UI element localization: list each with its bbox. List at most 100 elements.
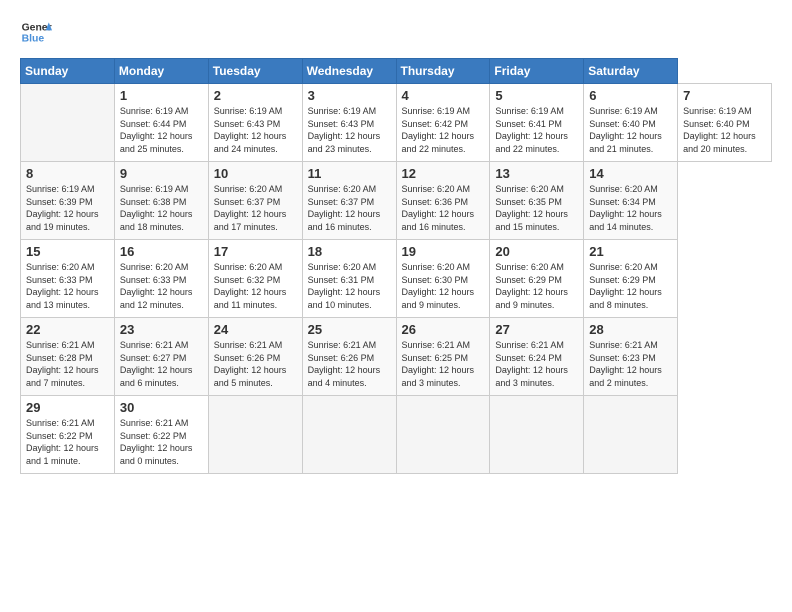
day-info: Sunrise: 6:21 AMSunset: 6:28 PMDaylight:…	[26, 339, 109, 389]
calendar-day-cell	[21, 84, 115, 162]
calendar-day-cell	[584, 396, 678, 474]
calendar-week-row: 22 Sunrise: 6:21 AMSunset: 6:28 PMDayligh…	[21, 318, 772, 396]
day-number: 5	[495, 88, 578, 103]
day-number: 13	[495, 166, 578, 181]
calendar-header-cell: Tuesday	[208, 59, 302, 84]
day-number: 16	[120, 244, 203, 259]
day-number: 24	[214, 322, 297, 337]
calendar-week-row: 29 Sunrise: 6:21 AMSunset: 6:22 PMDayligh…	[21, 396, 772, 474]
calendar-day-cell: 12Sunrise: 6:20 AMSunset: 6:36 PMDayligh…	[396, 162, 490, 240]
calendar-day-cell	[396, 396, 490, 474]
calendar-header-row: SundayMondayTuesdayWednesdayThursdayFrid…	[21, 59, 772, 84]
header: General Blue	[20, 16, 772, 48]
day-number: 29	[26, 400, 109, 415]
day-info: Sunrise: 6:20 AMSunset: 6:30 PMDaylight:…	[402, 261, 485, 311]
day-info: Sunrise: 6:20 AMSunset: 6:34 PMDaylight:…	[589, 183, 672, 233]
calendar-day-cell: 30Sunrise: 6:21 AMSunset: 6:22 PMDayligh…	[114, 396, 208, 474]
day-info: Sunrise: 6:21 AMSunset: 6:22 PMDaylight:…	[26, 417, 109, 467]
day-number: 10	[214, 166, 297, 181]
calendar-day-cell: 11Sunrise: 6:20 AMSunset: 6:37 PMDayligh…	[302, 162, 396, 240]
day-info: Sunrise: 6:20 AMSunset: 6:35 PMDaylight:…	[495, 183, 578, 233]
calendar-week-row: 8 Sunrise: 6:19 AMSunset: 6:39 PMDaylight…	[21, 162, 772, 240]
day-number: 11	[308, 166, 391, 181]
calendar-header-cell: Wednesday	[302, 59, 396, 84]
calendar-day-cell: 19 Sunrise: 6:20 AMSunset: 6:30 PMDayligh…	[396, 240, 490, 318]
day-number: 27	[495, 322, 578, 337]
calendar-day-cell: 9 Sunrise: 6:19 AMSunset: 6:38 PMDaylight…	[114, 162, 208, 240]
calendar-day-cell: 17Sunrise: 6:20 AMSunset: 6:32 PMDayligh…	[208, 240, 302, 318]
day-info: Sunrise: 6:20 AMSunset: 6:29 PMDaylight:…	[495, 261, 578, 311]
calendar-day-cell	[302, 396, 396, 474]
day-number: 19	[402, 244, 485, 259]
day-number: 7	[683, 88, 766, 103]
day-number: 4	[402, 88, 485, 103]
calendar-day-cell: 3 Sunrise: 6:19 AMSunset: 6:43 PMDaylight…	[302, 84, 396, 162]
day-info: Sunrise: 6:19 AMSunset: 6:38 PMDaylight:…	[120, 183, 203, 233]
day-number: 30	[120, 400, 203, 415]
day-number: 14	[589, 166, 672, 181]
calendar-day-cell: 24 Sunrise: 6:21 AMSunset: 6:26 PMDayligh…	[208, 318, 302, 396]
calendar-day-cell: 20Sunrise: 6:20 AMSunset: 6:29 PMDayligh…	[490, 240, 584, 318]
day-number: 2	[214, 88, 297, 103]
calendar-day-cell: 8 Sunrise: 6:19 AMSunset: 6:39 PMDaylight…	[21, 162, 115, 240]
day-info: Sunrise: 6:21 AMSunset: 6:25 PMDaylight:…	[402, 339, 485, 389]
day-number: 3	[308, 88, 391, 103]
calendar-week-row: 1 Sunrise: 6:19 AMSunset: 6:44 PMDaylight…	[21, 84, 772, 162]
day-number: 15	[26, 244, 109, 259]
calendar-day-cell	[208, 396, 302, 474]
svg-text:Blue: Blue	[22, 34, 45, 45]
day-info: Sunrise: 6:19 AMSunset: 6:41 PMDaylight:…	[495, 105, 578, 155]
calendar-day-cell: 21Sunrise: 6:20 AMSunset: 6:29 PMDayligh…	[584, 240, 678, 318]
day-info: Sunrise: 6:20 AMSunset: 6:32 PMDaylight:…	[214, 261, 297, 311]
day-info: Sunrise: 6:21 AMSunset: 6:23 PMDaylight:…	[589, 339, 672, 389]
calendar-day-cell	[490, 396, 584, 474]
day-number: 1	[120, 88, 203, 103]
calendar-body: 1 Sunrise: 6:19 AMSunset: 6:44 PMDaylight…	[21, 84, 772, 474]
calendar-day-cell: 4 Sunrise: 6:19 AMSunset: 6:42 PMDaylight…	[396, 84, 490, 162]
day-info: Sunrise: 6:19 AMSunset: 6:44 PMDaylight:…	[120, 105, 203, 155]
calendar-day-cell: 2 Sunrise: 6:19 AMSunset: 6:43 PMDaylight…	[208, 84, 302, 162]
calendar-day-cell: 28Sunrise: 6:21 AMSunset: 6:23 PMDayligh…	[584, 318, 678, 396]
day-info: Sunrise: 6:19 AMSunset: 6:40 PMDaylight:…	[589, 105, 672, 155]
day-info: Sunrise: 6:20 AMSunset: 6:33 PMDaylight:…	[26, 261, 109, 311]
day-number: 8	[26, 166, 109, 181]
day-number: 18	[308, 244, 391, 259]
calendar-day-cell: 10 Sunrise: 6:20 AMSunset: 6:37 PMDayligh…	[208, 162, 302, 240]
day-number: 25	[308, 322, 391, 337]
day-info: Sunrise: 6:20 AMSunset: 6:31 PMDaylight:…	[308, 261, 391, 311]
day-info: Sunrise: 6:20 AMSunset: 6:33 PMDaylight:…	[120, 261, 203, 311]
day-number: 9	[120, 166, 203, 181]
calendar-day-cell: 23Sunrise: 6:21 AMSunset: 6:27 PMDayligh…	[114, 318, 208, 396]
day-number: 6	[589, 88, 672, 103]
calendar-day-cell: 1 Sunrise: 6:19 AMSunset: 6:44 PMDaylight…	[114, 84, 208, 162]
calendar-day-cell: 13 Sunrise: 6:20 AMSunset: 6:35 PMDayligh…	[490, 162, 584, 240]
calendar-header-cell: Thursday	[396, 59, 490, 84]
day-info: Sunrise: 6:19 AMSunset: 6:42 PMDaylight:…	[402, 105, 485, 155]
page-container: General Blue SundayMondayTuesdayWednesda…	[0, 0, 792, 484]
day-info: Sunrise: 6:20 AMSunset: 6:29 PMDaylight:…	[589, 261, 672, 311]
calendar-table: SundayMondayTuesdayWednesdayThursdayFrid…	[20, 58, 772, 474]
day-info: Sunrise: 6:20 AMSunset: 6:36 PMDaylight:…	[402, 183, 485, 233]
calendar-day-cell: 27 Sunrise: 6:21 AMSunset: 6:24 PMDayligh…	[490, 318, 584, 396]
logo: General Blue	[20, 16, 52, 48]
day-info: Sunrise: 6:20 AMSunset: 6:37 PMDaylight:…	[214, 183, 297, 233]
day-info: Sunrise: 6:19 AMSunset: 6:43 PMDaylight:…	[308, 105, 391, 155]
calendar-header-cell: Sunday	[21, 59, 115, 84]
calendar-day-cell: 22 Sunrise: 6:21 AMSunset: 6:28 PMDayligh…	[21, 318, 115, 396]
calendar-header-cell: Saturday	[584, 59, 678, 84]
day-number: 26	[402, 322, 485, 337]
calendar-day-cell: 5 Sunrise: 6:19 AMSunset: 6:41 PMDaylight…	[490, 84, 584, 162]
day-info: Sunrise: 6:21 AMSunset: 6:24 PMDaylight:…	[495, 339, 578, 389]
day-info: Sunrise: 6:21 AMSunset: 6:26 PMDaylight:…	[214, 339, 297, 389]
calendar-day-cell: 6 Sunrise: 6:19 AMSunset: 6:40 PMDaylight…	[584, 84, 678, 162]
calendar-day-cell: 7Sunrise: 6:19 AMSunset: 6:40 PMDaylight…	[678, 84, 772, 162]
day-info: Sunrise: 6:19 AMSunset: 6:43 PMDaylight:…	[214, 105, 297, 155]
day-number: 22	[26, 322, 109, 337]
calendar-day-cell: 25Sunrise: 6:21 AMSunset: 6:26 PMDayligh…	[302, 318, 396, 396]
calendar-day-cell: 14 Sunrise: 6:20 AMSunset: 6:34 PMDayligh…	[584, 162, 678, 240]
day-info: Sunrise: 6:19 AMSunset: 6:39 PMDaylight:…	[26, 183, 109, 233]
calendar-day-cell: 26 Sunrise: 6:21 AMSunset: 6:25 PMDayligh…	[396, 318, 490, 396]
calendar-day-cell: 15 Sunrise: 6:20 AMSunset: 6:33 PMDayligh…	[21, 240, 115, 318]
calendar-header-cell: Friday	[490, 59, 584, 84]
calendar-day-cell: 18 Sunrise: 6:20 AMSunset: 6:31 PMDayligh…	[302, 240, 396, 318]
